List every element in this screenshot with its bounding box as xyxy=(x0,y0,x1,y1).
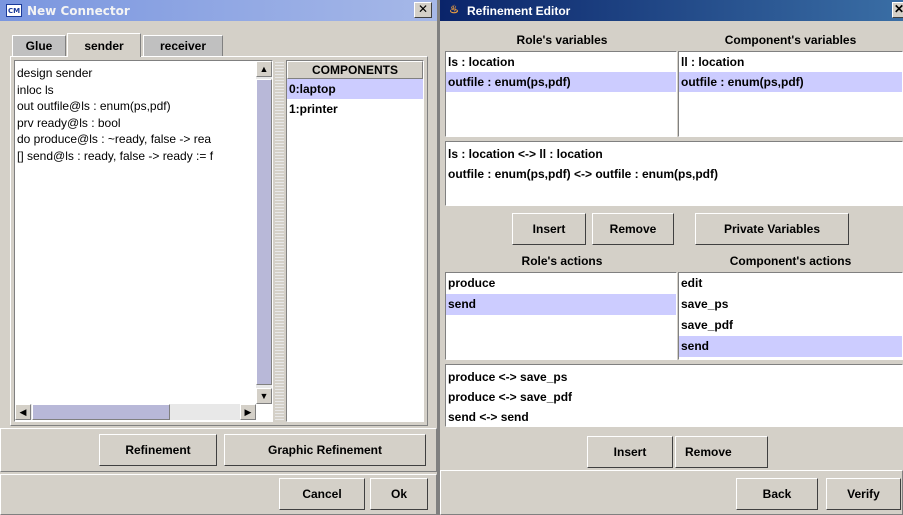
insert-variable-button[interactable]: Insert xyxy=(512,213,586,245)
role-variable-item[interactable]: ls : location xyxy=(446,52,676,72)
action-mapping-item[interactable]: send <-> send xyxy=(446,407,902,427)
component-variables-header: Component's variables xyxy=(724,33,857,47)
tab-glue[interactable]: Glue xyxy=(12,35,66,57)
tab-receiver[interactable]: receiver xyxy=(143,35,223,57)
variable-mapping-item[interactable]: outfile : enum(ps,pdf) <-> outfile : enu… xyxy=(446,164,902,184)
verify-button[interactable]: Verify xyxy=(826,478,901,510)
code-line: [] send@ls : ready, false -> ready := f xyxy=(17,148,214,163)
role-action-item[interactable]: send xyxy=(446,294,676,315)
connector-titlebar: CM New Connector xyxy=(0,0,437,21)
scroll-thumb[interactable] xyxy=(256,79,272,385)
code-line: inloc ls xyxy=(17,82,54,97)
horizontal-scrollbar[interactable]: ◀ ▶ xyxy=(15,404,256,420)
variable-mapping-item[interactable]: ls : location <-> ll : location xyxy=(446,144,902,164)
refinement-editor-window: ♨ Refinement Editor ✕ Role's variables C… xyxy=(440,0,903,515)
code-line: out outfile@ls : enum(ps,pdf) xyxy=(17,99,171,113)
code-editor[interactable]: design sender inloc ls out outfile@ls : … xyxy=(14,60,273,422)
role-actions-list: produce send xyxy=(445,272,677,360)
refinement-title: Refinement Editor xyxy=(467,3,571,18)
action-mapping-item[interactable]: produce <-> save_pdf xyxy=(446,387,902,407)
scroll-left-icon[interactable]: ◀ xyxy=(15,404,31,420)
action-mappings-list: produce <-> save_ps produce <-> save_pdf… xyxy=(445,364,903,427)
component-action-item[interactable]: save_ps xyxy=(679,294,902,315)
component-actions-header: Component's actions xyxy=(729,254,852,268)
cancel-button[interactable]: Cancel xyxy=(279,478,365,510)
scroll-up-icon[interactable]: ▲ xyxy=(256,61,272,77)
insert-action-button[interactable]: Insert xyxy=(587,436,673,468)
components-header: COMPONENTS xyxy=(287,61,423,79)
component-actions-list: edit save_ps save_pdf send xyxy=(678,272,903,360)
refinement-titlebar: ♨ Refinement Editor xyxy=(440,0,903,21)
roles-variables-header: Role's variables xyxy=(516,33,608,47)
scroll-right-icon[interactable]: ▶ xyxy=(240,404,256,420)
vertical-scrollbar[interactable]: ▲ ▼ xyxy=(256,61,272,404)
back-button[interactable]: Back xyxy=(736,478,818,510)
new-connector-window: CM New Connector ✕ Glue sender receiver … xyxy=(0,0,438,515)
roles-actions-header: Role's actions xyxy=(521,254,603,268)
role-variable-item[interactable]: outfile : enum(ps,pdf) xyxy=(446,72,676,92)
tab-sender[interactable]: sender xyxy=(67,33,141,57)
variable-mappings-list: ls : location <-> ll : location outfile … xyxy=(445,141,903,206)
remove-action-button[interactable]: Remove xyxy=(675,436,768,468)
hscroll-thumb[interactable] xyxy=(32,404,170,420)
ok-button[interactable]: Ok xyxy=(370,478,428,510)
java-icon: ♨ xyxy=(449,4,459,16)
component-variable-item[interactable]: ll : location xyxy=(679,52,902,72)
components-list: COMPONENTS 0:laptop 1:printer xyxy=(286,60,424,422)
component-variables-list: ll : location outfile : enum(ps,pdf) xyxy=(678,51,903,137)
component-variable-item[interactable]: outfile : enum(ps,pdf) xyxy=(679,72,902,92)
splitter[interactable] xyxy=(275,60,284,422)
remove-variable-button[interactable]: Remove xyxy=(592,213,674,245)
role-action-item[interactable]: produce xyxy=(446,273,676,294)
code-line: design sender xyxy=(17,66,93,80)
refinement-button[interactable]: Refinement xyxy=(99,434,217,466)
action-mapping-item[interactable]: produce <-> save_ps xyxy=(446,367,902,387)
close-icon[interactable]: ✕ xyxy=(892,2,903,18)
component-action-item[interactable]: send xyxy=(679,336,902,357)
private-variables-button[interactable]: Private Variables xyxy=(695,213,849,245)
scroll-down-icon[interactable]: ▼ xyxy=(256,388,272,404)
component-action-item[interactable]: save_pdf xyxy=(679,315,902,336)
role-variables-list: ls : location outfile : enum(ps,pdf) xyxy=(445,51,677,137)
app-icon: CM xyxy=(6,4,22,17)
code-line: prv ready@ls : bool xyxy=(17,115,121,130)
connector-title: New Connector xyxy=(27,3,130,18)
graphic-refinement-button[interactable]: Graphic Refinement xyxy=(224,434,426,466)
code-line: do produce@ls : ~ready, false -> rea xyxy=(17,132,212,146)
component-action-item[interactable]: edit xyxy=(679,273,902,294)
component-item[interactable]: 0:laptop xyxy=(287,79,423,99)
component-item[interactable]: 1:printer xyxy=(287,99,423,119)
close-icon[interactable]: ✕ xyxy=(414,2,432,18)
